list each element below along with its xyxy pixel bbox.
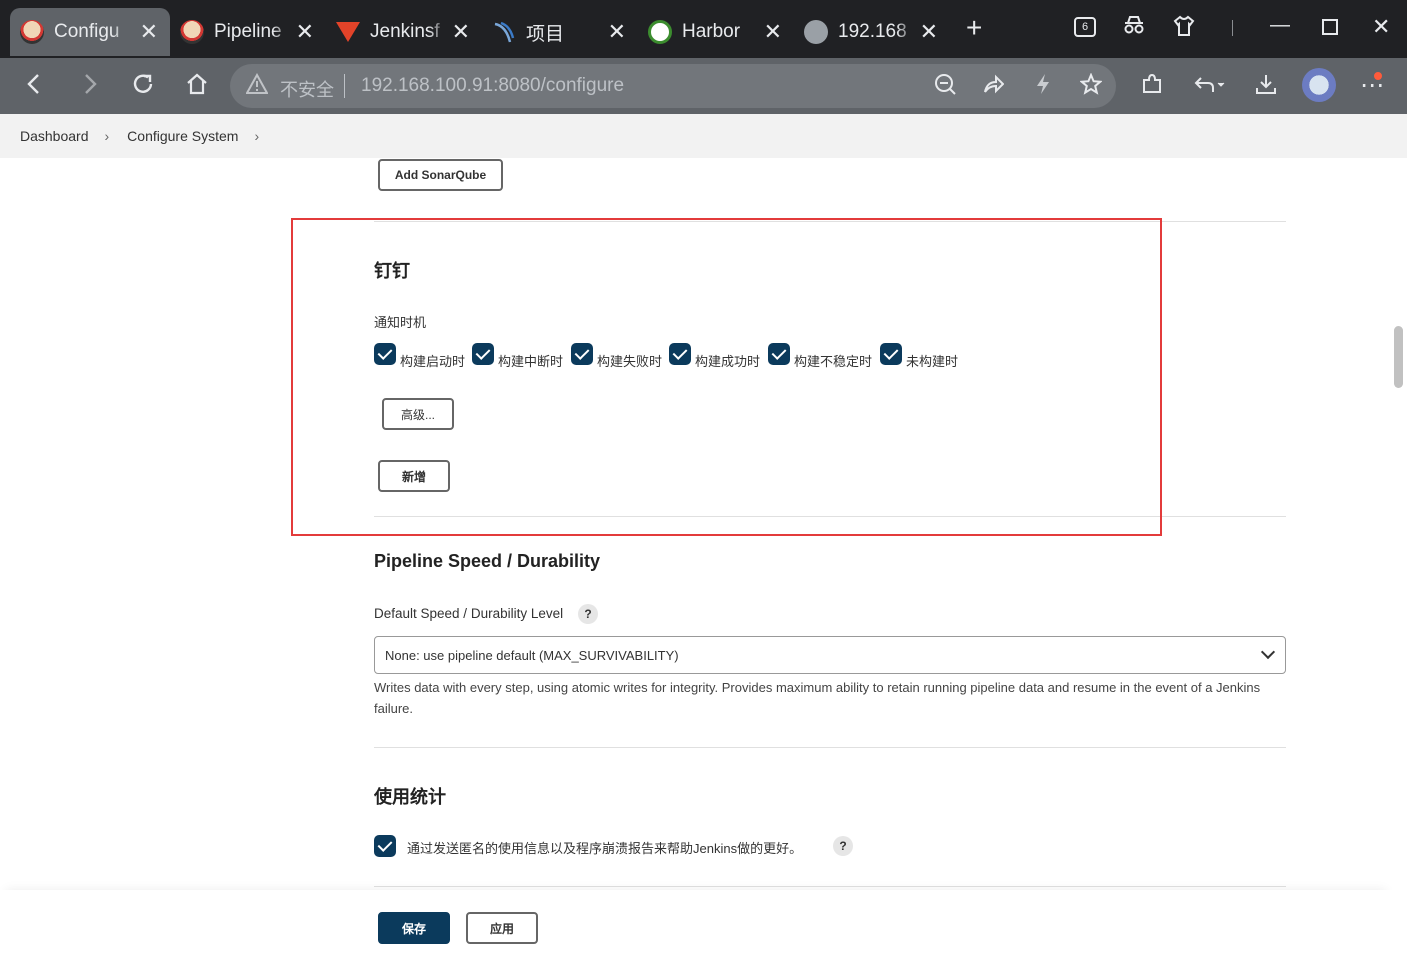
close-icon[interactable]: ✕: [920, 21, 938, 43]
tab-label: Configu: [54, 21, 120, 42]
tab-harbor[interactable]: Harbor ✕: [638, 8, 794, 56]
warning-icon[interactable]: [245, 72, 269, 101]
apply-button[interactable]: 应用: [466, 912, 538, 944]
browser-toolbar: 不安全 192.168.100.91:8080/configure ⋯: [0, 58, 1407, 114]
breadcrumb-dashboard[interactable]: Dashboard: [20, 128, 89, 144]
close-icon[interactable]: ✕: [296, 21, 314, 43]
scrollbar-thumb[interactable]: [1394, 326, 1403, 388]
profile-avatar[interactable]: [1302, 68, 1336, 102]
shirt-icon[interactable]: [1172, 14, 1196, 44]
breadcrumb: Dashboard › Configure System ›: [0, 114, 1407, 158]
jenkins-icon: [180, 20, 204, 44]
usage-stats-title: 使用统计: [374, 787, 446, 807]
address-separator: [344, 74, 345, 98]
scrollbar-track[interactable]: [1392, 158, 1407, 959]
durability-level-select[interactable]: None: use pipeline default (MAX_SURVIVAB…: [374, 636, 1286, 674]
harbor-icon: [648, 20, 672, 44]
close-icon[interactable]: ✕: [452, 21, 470, 43]
home-icon[interactable]: [183, 72, 211, 103]
tab-label: Harbor: [682, 21, 741, 42]
tab-label: Jenkinsf: [370, 21, 440, 42]
tab-ip[interactable]: 192.168 ✕: [794, 8, 950, 56]
jenkins-icon: [20, 20, 44, 44]
share-icon[interactable]: [982, 73, 1005, 101]
forward-icon[interactable]: [76, 72, 104, 103]
browser-e-icon: [804, 20, 828, 44]
lightning-icon[interactable]: [1032, 73, 1054, 101]
tab-strip: Configu ✕ Pipeline ✕ Jenkinsf ✕ 项目 ✕ Har…: [0, 0, 1407, 58]
add-sonarqube-button[interactable]: Add SonarQube: [378, 159, 503, 191]
zoom-out-icon[interactable]: [934, 73, 956, 101]
address-bar[interactable]: 不安全 192.168.100.91:8080/configure: [230, 64, 1116, 108]
tab-label: 192.168: [838, 21, 907, 42]
gitlab-icon: [336, 20, 360, 44]
durability-level-label: Default Speed / Durability Level: [374, 606, 564, 621]
chevron-right-icon[interactable]: ›: [254, 128, 259, 144]
help-icon[interactable]: ?: [833, 836, 853, 856]
browser-window: Configu ✕ Pipeline ✕ Jenkinsf ✕ 项目 ✕ Har…: [0, 0, 1407, 959]
window-close-icon[interactable]: ✕: [1372, 14, 1390, 40]
tab-count-badge[interactable]: 6: [1074, 17, 1096, 37]
undo-menu-icon[interactable]: [1192, 72, 1228, 103]
checkbox-usage-stats[interactable]: [374, 835, 396, 857]
help-icon[interactable]: ?: [578, 604, 598, 624]
tab-jenkinsfile[interactable]: Jenkinsf ✕: [326, 8, 482, 56]
section-divider: [374, 886, 1286, 887]
pipeline-speed-title: Pipeline Speed / Durability: [374, 551, 601, 571]
durability-description: Writes data with every step, using atomi…: [374, 680, 1261, 716]
highlight-box: [291, 218, 1162, 536]
reload-icon[interactable]: [129, 72, 157, 103]
minimize-icon[interactable]: —: [1270, 14, 1290, 37]
url-text[interactable]: 192.168.100.91:8080/configure: [361, 75, 624, 97]
save-button[interactable]: 保存: [378, 912, 450, 944]
tab-configure[interactable]: Configu ✕: [10, 8, 170, 56]
main-content: Add SonarQube 钉钉 通知时机 构建启动时 构建中断时 构建失败时 …: [0, 158, 1392, 959]
new-tab-plus-icon[interactable]: +: [966, 14, 982, 42]
star-icon[interactable]: [1079, 72, 1103, 101]
close-icon[interactable]: ✕: [608, 21, 626, 43]
chevron-down-icon: [1260, 644, 1276, 660]
close-icon[interactable]: ✕: [140, 21, 158, 43]
tab-pipeline[interactable]: Pipeline ✕: [170, 8, 326, 56]
bottom-action-bar: 保存 应用: [0, 890, 1392, 959]
extensions-icon[interactable]: [1138, 72, 1166, 103]
breadcrumb-configure-system[interactable]: Configure System: [127, 128, 238, 144]
maximize-icon[interactable]: [1322, 19, 1338, 35]
section-divider: [374, 747, 1286, 748]
toolbar-divider: [1232, 20, 1233, 36]
security-label[interactable]: 不安全: [280, 76, 334, 102]
chevron-right-icon[interactable]: ›: [105, 128, 110, 144]
tab-label: Pipeline: [214, 21, 282, 42]
tab-project[interactable]: 项目 ✕: [482, 8, 638, 56]
usage-stats-label[interactable]: 通过发送匿名的使用信息以及程序崩溃报告来帮助Jenkins做的更好。: [407, 838, 802, 857]
download-icon[interactable]: [1252, 72, 1280, 103]
tab-label: 项目: [526, 23, 565, 45]
project-icon: [492, 20, 516, 44]
durability-selected-value: None: use pipeline default (MAX_SURVIVAB…: [385, 647, 679, 663]
back-icon[interactable]: [20, 72, 48, 103]
notification-dot: [1372, 70, 1384, 82]
close-icon[interactable]: ✕: [764, 21, 782, 43]
incognito-icon[interactable]: [1122, 14, 1146, 42]
